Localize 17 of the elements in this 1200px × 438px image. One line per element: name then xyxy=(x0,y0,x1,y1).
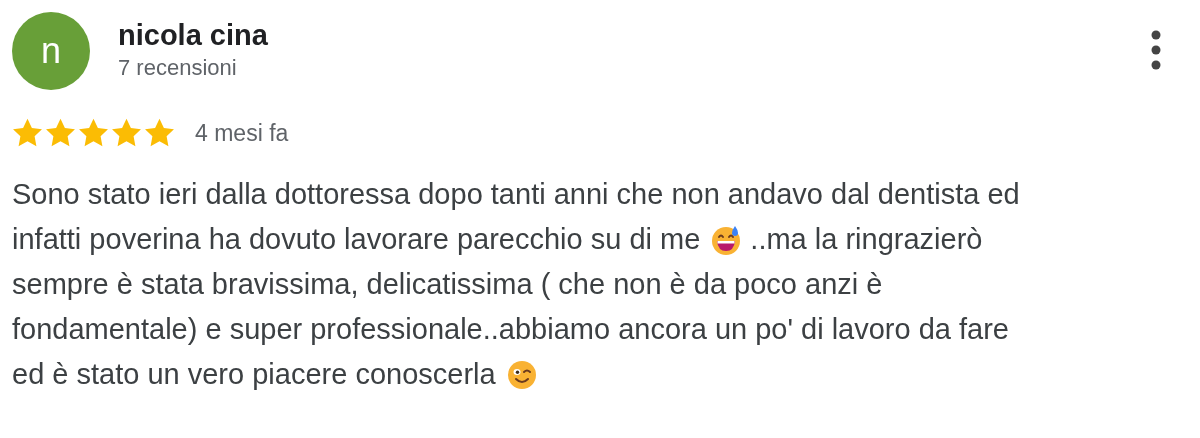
review-time: 4 mesi fa xyxy=(195,119,289,147)
review-text: infatti poverina ha dovuto lavorare parecchio su di me xyxy=(12,223,701,256)
review-text: fondamentale) e super professionale..abbiamo ancora un po' di lavoro da fare xyxy=(12,313,1009,346)
star-icon xyxy=(144,118,175,148)
review-text: Sono stato ieri dalla dottoressa dopo tanti anni che non andavo dal dentista ed xyxy=(12,178,1020,211)
avatar: n xyxy=(12,12,90,90)
more-options-icon[interactable] xyxy=(1150,30,1162,70)
author-name[interactable]: nicola cina xyxy=(118,18,268,52)
star-icon xyxy=(12,118,43,148)
star-icon xyxy=(78,118,109,148)
review-text: sempre è stata bravissima, delicatissima ( che non è da poco anzi è xyxy=(12,268,883,301)
winking-face-emoji-icon xyxy=(505,358,538,391)
star-icon xyxy=(45,118,76,148)
review-count: 7 recensioni xyxy=(118,54,237,82)
review-text: ..ma la ringrazierò xyxy=(750,223,983,256)
review-text: ed è stato un vero piacere conoscerla xyxy=(12,358,496,391)
star-icon xyxy=(111,118,142,148)
